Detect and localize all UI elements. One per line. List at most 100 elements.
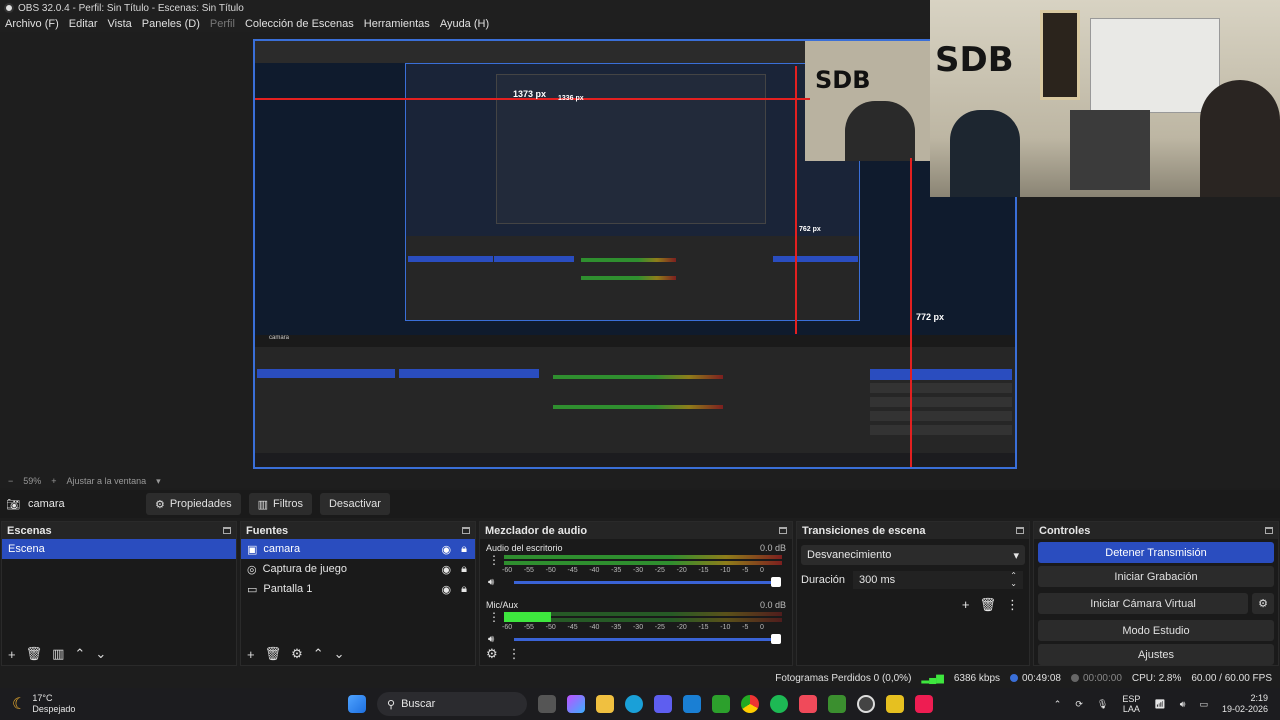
menu-archivo[interactable]: Archivo (F) [5, 18, 59, 30]
weather-widget[interactable]: ☾ 17°C Despejado [0, 693, 330, 715]
lock-icon[interactable]: 🔒︎ [461, 543, 467, 556]
meter-tick-label: -55 [523, 567, 534, 574]
language-indicator[interactable]: ESP LAA [1122, 694, 1140, 714]
measure-1336: 1336 px [558, 95, 584, 102]
source-item[interactable]: ▭ Pantalla 1 ◉ 🔒︎ [241, 579, 475, 599]
duration-spinbox[interactable]: 300 ms ⌃ ⌄ [853, 571, 1023, 589]
task-view-icon[interactable] [538, 695, 556, 713]
add-icon[interactable]: + [247, 647, 255, 662]
kebab-menu-icon[interactable]: ⋮ [488, 610, 500, 624]
fit-dropdown-icon[interactable]: ▾ [156, 476, 161, 487]
store-icon[interactable] [654, 695, 672, 713]
menu-herramientas[interactable]: Herramientas [364, 18, 430, 30]
arrow-up-icon[interactable]: ⌃ [74, 646, 85, 662]
transitions-dock: Transiciones de escena Desvanecimiento ▾… [796, 521, 1030, 666]
app-icon[interactable] [886, 695, 904, 713]
sources-header: Fuentes [241, 522, 475, 539]
spin-arrows-icon[interactable]: ⌃ ⌄ [1010, 572, 1017, 588]
zoom-in-button[interactable]: + [51, 476, 56, 486]
spotify-icon[interactable] [770, 695, 788, 713]
source-item[interactable]: ▣ camara ◉ 🔒︎ [241, 539, 475, 559]
menu-coleccion-escenas[interactable]: Colección de Escenas [245, 18, 354, 30]
selected-source-name: camara [27, 498, 65, 510]
gamepad-icon: ◎ [247, 563, 257, 576]
transition-select[interactable]: Desvanecimiento ▾ [801, 545, 1025, 565]
audio-mixer-dock: Mezclador de audio Audio del escritorio 0… [479, 521, 793, 666]
trash-icon[interactable]: 🗑︎ [265, 646, 282, 662]
deactivate-button[interactable]: Desactivar [319, 493, 390, 515]
trash-icon[interactable]: 🗑︎ [26, 646, 43, 662]
lock-icon[interactable]: 🔒︎ [461, 563, 467, 576]
stop-stream-button[interactable]: Detener Transmisión [1038, 542, 1274, 563]
copilot-icon[interactable] [567, 695, 585, 713]
arrow-down-icon[interactable]: ⌄ [334, 646, 345, 662]
chrome-icon[interactable] [741, 695, 759, 713]
volume-slider[interactable] [514, 577, 781, 587]
settings-button[interactable]: Ajustes [1038, 644, 1274, 665]
preview-canvas[interactable]: SDB camara 1373 px 1336 px 762 px 772 px [253, 39, 1017, 469]
menu-paneles[interactable]: Paneles (D) [142, 18, 200, 30]
arrow-down-icon[interactable]: ⌄ [95, 646, 106, 662]
filter-icon[interactable]: ▥ [52, 646, 64, 662]
meter-tick-label: -25 [654, 624, 665, 631]
undock-icon[interactable] [1016, 527, 1024, 534]
arrow-up-icon[interactable]: ⌃ [313, 646, 324, 662]
kebab-menu-icon[interactable]: ⋮ [488, 553, 500, 567]
start-recording-button[interactable]: Iniciar Grabación [1038, 566, 1274, 587]
kebab-menu-icon[interactable]: ⋮ [1006, 597, 1019, 613]
undock-icon[interactable] [779, 527, 787, 534]
add-icon[interactable]: + [8, 647, 16, 662]
studio-mode-button[interactable]: Modo Estudio [1038, 620, 1274, 641]
gear-icon[interactable]: ⚙ [291, 646, 303, 662]
menu-ayuda[interactable]: Ayuda (H) [440, 18, 489, 30]
add-icon[interactable]: + [962, 597, 970, 613]
audio-meter [504, 612, 782, 622]
eye-icon[interactable]: ◉ [442, 543, 452, 556]
tiktok-icon[interactable] [915, 695, 933, 713]
fit-window-label[interactable]: Ajustar a la ventana [67, 476, 147, 486]
eye-icon[interactable]: ◉ [442, 563, 452, 576]
edge-icon[interactable] [625, 695, 643, 713]
xbox-icon[interactable] [712, 695, 730, 713]
taskbar-search[interactable]: ⚲ Buscar [377, 692, 527, 716]
monitor-image [1070, 110, 1150, 190]
undock-icon[interactable] [462, 527, 470, 534]
chevron-up-icon[interactable]: ⌃ [1054, 699, 1062, 710]
mic-icon[interactable]: 🎙︎ [1097, 699, 1108, 710]
lock-icon[interactable]: 🔒︎ [461, 583, 467, 596]
speaker-icon[interactable]: 🔊︎ [488, 577, 494, 588]
file-explorer-icon[interactable] [596, 695, 614, 713]
meter-tick-label: 0 [760, 624, 764, 631]
outlook-icon[interactable] [683, 695, 701, 713]
volume-icon[interactable]: 🔊︎ [1180, 699, 1186, 710]
kebab-menu-icon[interactable]: ⋮ [508, 646, 521, 662]
volume-slider[interactable] [514, 634, 781, 644]
windows-start-icon[interactable] [348, 695, 366, 713]
minecraft-icon[interactable] [828, 695, 846, 713]
music-icon[interactable] [799, 695, 817, 713]
filters-button[interactable]: ▥ Filtros [248, 493, 312, 515]
eye-icon[interactable]: ◉ [442, 583, 452, 596]
obs-icon[interactable] [857, 695, 875, 713]
clock[interactable]: 2:19 19-02-2026 [1222, 693, 1268, 715]
virtual-camera-settings-button[interactable]: ⚙ [1252, 593, 1274, 614]
menu-vista[interactable]: Vista [108, 18, 132, 30]
menu-editar[interactable]: Editar [69, 18, 98, 30]
undock-icon[interactable] [223, 527, 231, 534]
trash-icon[interactable]: 🗑︎ [979, 597, 996, 613]
scene-item[interactable]: Escena [2, 539, 236, 559]
wifi-icon[interactable]: 📶︎ [1154, 699, 1165, 710]
battery-icon[interactable]: ▭ [1199, 699, 1208, 710]
virtual-camera-button[interactable]: Iniciar Cámara Virtual [1038, 593, 1248, 614]
meter-tick-label: -45 [567, 567, 578, 574]
transition-actions: + 🗑︎ ⋮ [797, 589, 1029, 613]
source-item[interactable]: ◎ Captura de juego ◉ 🔒︎ [241, 559, 475, 579]
properties-button[interactable]: ⚙ Propiedades [145, 493, 241, 515]
zoom-out-button[interactable]: − [8, 476, 13, 486]
meter-tick-label: -40 [589, 624, 600, 631]
meter-tick-label: -20 [676, 567, 687, 574]
undock-icon[interactable] [1265, 527, 1273, 534]
chevron-down-icon: ▾ [1013, 549, 1019, 562]
mixer-settings-icon[interactable]: ⚙ [486, 646, 498, 662]
sync-icon[interactable]: ⟳ [1075, 699, 1083, 710]
